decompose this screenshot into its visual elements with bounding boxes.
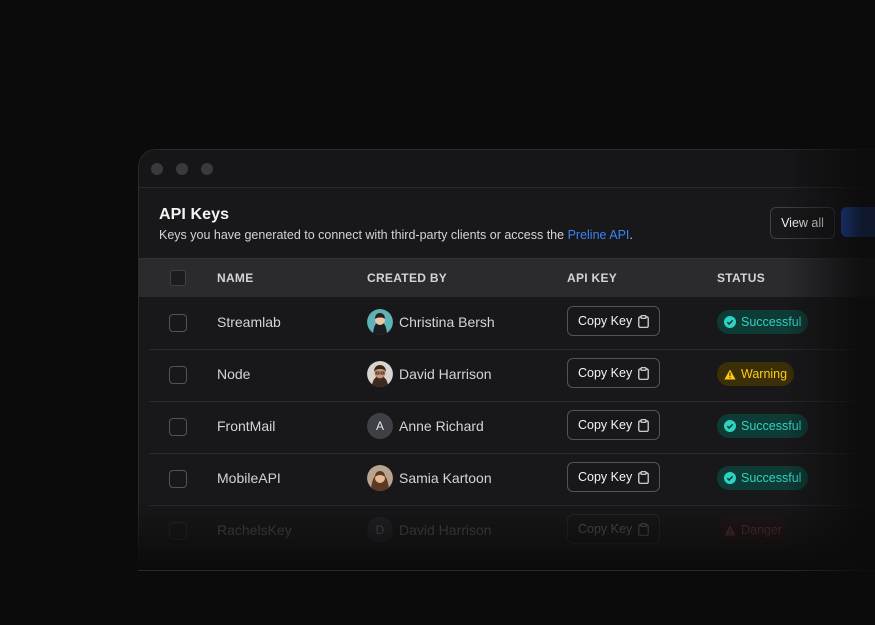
created-by: Christina Bersh xyxy=(367,309,495,335)
key-name: Streamlab xyxy=(217,314,281,330)
preline-api-link[interactable]: Preline API xyxy=(568,228,630,242)
clipboard-icon xyxy=(638,315,649,328)
status-badge: Successful xyxy=(717,414,809,438)
clipboard-icon xyxy=(638,471,649,484)
avatar xyxy=(367,361,393,387)
copy-key-label: Copy Key xyxy=(578,366,633,380)
key-name: FrontMail xyxy=(217,418,276,434)
app-window: API Keys Keys you have generated to conn… xyxy=(138,149,875,571)
copy-key-label: Copy Key xyxy=(578,314,633,328)
copy-key-button[interactable]: Copy Key xyxy=(567,462,660,492)
status-label: Danger xyxy=(741,523,782,537)
creator-name: David Harrison xyxy=(399,366,492,382)
avatar: D xyxy=(367,517,393,543)
status-label: Warning xyxy=(741,367,788,381)
column-header-api-key[interactable]: API KEY xyxy=(567,271,617,285)
copy-key-button[interactable]: Copy Key xyxy=(567,358,660,388)
avatar: A xyxy=(367,413,393,439)
created-by: David Harrison xyxy=(367,361,492,387)
page-title: API Keys xyxy=(159,206,230,223)
copy-key-button[interactable]: Copy Key xyxy=(567,514,660,544)
status-label: Successful xyxy=(741,315,802,329)
table-row: FrontMail A Anne Richard Copy Key Succes… xyxy=(149,401,875,454)
table-row: Node David Harrison Copy Key Warning xyxy=(149,349,875,402)
check-circle-icon xyxy=(724,420,736,432)
key-name: MobileAPI xyxy=(217,470,281,486)
view-all-button[interactable]: View all xyxy=(770,207,835,239)
avatar xyxy=(367,465,393,491)
table-header: NAME CREATED BY API KEY STATUS xyxy=(139,258,875,297)
subtitle-text: Keys you have generated to connect with … xyxy=(159,228,565,242)
card-header: API Keys Keys you have generated to conn… xyxy=(159,206,633,242)
copy-key-button[interactable]: Copy Key xyxy=(567,410,660,440)
table-row: Streamlab Christina Bersh Copy Key Succe… xyxy=(149,297,875,350)
row-checkbox[interactable] xyxy=(169,314,187,332)
row-checkbox[interactable] xyxy=(169,522,187,540)
creator-name: Christina Bersh xyxy=(399,314,495,330)
clipboard-icon xyxy=(638,523,649,536)
row-checkbox[interactable] xyxy=(169,470,187,488)
row-checkbox[interactable] xyxy=(169,418,187,436)
column-header-name[interactable]: NAME xyxy=(217,271,254,285)
window-minimize-dot[interactable] xyxy=(176,163,188,175)
column-header-created-by[interactable]: CREATED BY xyxy=(367,271,447,285)
creator-name: Anne Richard xyxy=(399,418,484,434)
key-name: Node xyxy=(217,366,251,382)
primary-action-button[interactable] xyxy=(841,207,875,237)
creator-name: David Harrison xyxy=(399,522,492,538)
creator-name: Samia Kartoon xyxy=(399,470,492,486)
created-by: A Anne Richard xyxy=(367,413,484,439)
key-name: RachelsKey xyxy=(217,522,292,538)
status-badge: Successful xyxy=(717,466,809,490)
warning-triangle-icon xyxy=(724,369,736,379)
status-label: Successful xyxy=(741,471,802,485)
clipboard-icon xyxy=(638,367,649,380)
avatar xyxy=(367,309,393,335)
column-header-status[interactable]: STATUS xyxy=(717,271,765,285)
check-circle-icon xyxy=(724,316,736,328)
status-badge: Successful xyxy=(717,310,809,334)
warning-triangle-icon xyxy=(724,525,736,535)
row-checkbox[interactable] xyxy=(169,366,187,384)
status-badge: Warning xyxy=(717,362,795,386)
copy-key-label: Copy Key xyxy=(578,470,633,484)
copy-key-button[interactable]: Copy Key xyxy=(567,306,660,336)
check-circle-icon xyxy=(724,472,736,484)
created-by: Samia Kartoon xyxy=(367,465,492,491)
window-titlebar xyxy=(139,150,875,188)
copy-key-label: Copy Key xyxy=(578,418,633,432)
created-by: D David Harrison xyxy=(367,517,492,543)
status-label: Successful xyxy=(741,419,802,433)
subtitle-end: . xyxy=(629,228,633,242)
clipboard-icon xyxy=(638,419,649,432)
window-close-dot[interactable] xyxy=(151,163,163,175)
select-all-checkbox[interactable] xyxy=(170,270,186,286)
page-subtitle: Keys you have generated to connect with … xyxy=(159,228,633,242)
copy-key-label: Copy Key xyxy=(578,522,633,536)
status-badge: Danger xyxy=(717,518,789,542)
table-row: MobileAPI Samia Kartoon Copy Key Success… xyxy=(149,453,875,506)
table-row: RachelsKey D David Harrison Copy Key Dan… xyxy=(149,505,875,557)
window-maximize-dot[interactable] xyxy=(201,163,213,175)
